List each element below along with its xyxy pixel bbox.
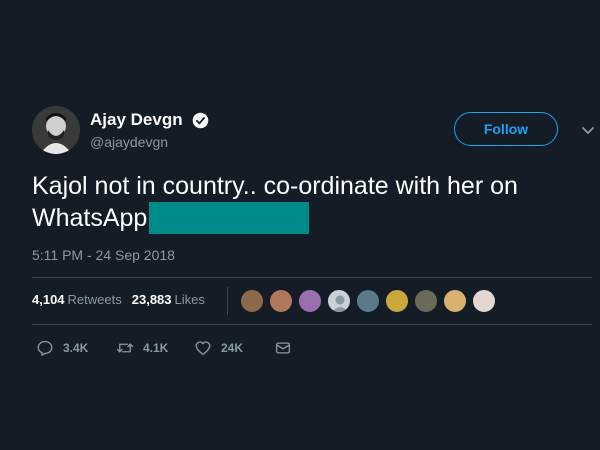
redaction-block <box>149 202 310 234</box>
like-button[interactable]: 24K <box>194 338 243 358</box>
liker-avatar[interactable] <box>472 289 496 313</box>
chevron-down-icon[interactable] <box>580 122 596 138</box>
tweet-timestamp[interactable]: 5:11 PM - 24 Sep 2018 <box>32 247 175 263</box>
reply-icon <box>37 340 53 356</box>
retweet-icon <box>116 343 134 353</box>
reply-button[interactable]: 3.4K <box>36 338 88 358</box>
verified-badge-icon <box>192 112 209 128</box>
likes-label: Likes <box>174 292 205 307</box>
likes-stat[interactable]: 23,883 Likes <box>132 292 215 307</box>
engagement-stats: 4,104 Retweets 23,883 Likes <box>32 292 215 307</box>
tweet-body: Kajol not in country.. co-ordinate with … <box>32 170 588 234</box>
liker-avatar[interactable] <box>327 289 351 313</box>
retweets-count: 4,104 <box>32 292 65 307</box>
liker-avatar[interactable] <box>443 289 467 313</box>
tweet-card: Ajay Devgn @ajaydevgn Follow Kajol not i… <box>0 0 600 450</box>
author-names: Ajay Devgn @ajaydevgn <box>90 110 209 150</box>
liker-avatar[interactable] <box>414 289 438 313</box>
retweets-label: Retweets <box>67 292 122 307</box>
liker-avatar[interactable] <box>385 289 409 313</box>
follow-button[interactable]: Follow <box>454 112 558 146</box>
author-avatar[interactable] <box>32 106 80 154</box>
message-button[interactable] <box>274 338 292 358</box>
liker-avatar[interactable] <box>356 289 380 313</box>
envelope-icon <box>275 342 291 354</box>
author-display-name[interactable]: Ajay Devgn <box>90 110 183 130</box>
reply-count: 3.4K <box>63 341 89 355</box>
divider <box>32 277 592 278</box>
retweet-button[interactable]: 4.1K <box>116 338 168 358</box>
stats-divider <box>227 287 228 315</box>
divider <box>32 324 592 325</box>
heart-icon <box>195 341 211 356</box>
tweet-header: Ajay Devgn @ajaydevgn Follow <box>32 106 600 158</box>
liker-avatar[interactable] <box>240 289 264 313</box>
retweet-count: 4.1K <box>143 341 169 355</box>
profile-photo-icon <box>32 106 80 154</box>
liker-avatar[interactable] <box>269 289 293 313</box>
like-count: 24K <box>221 341 244 355</box>
likes-count: 23,883 <box>131 292 172 307</box>
default-avatar-icon <box>332 295 348 312</box>
author-handle[interactable]: @ajaydevgn <box>90 134 209 150</box>
retweets-stat[interactable]: 4,104 Retweets <box>32 292 132 307</box>
liker-avatar[interactable] <box>298 289 322 313</box>
